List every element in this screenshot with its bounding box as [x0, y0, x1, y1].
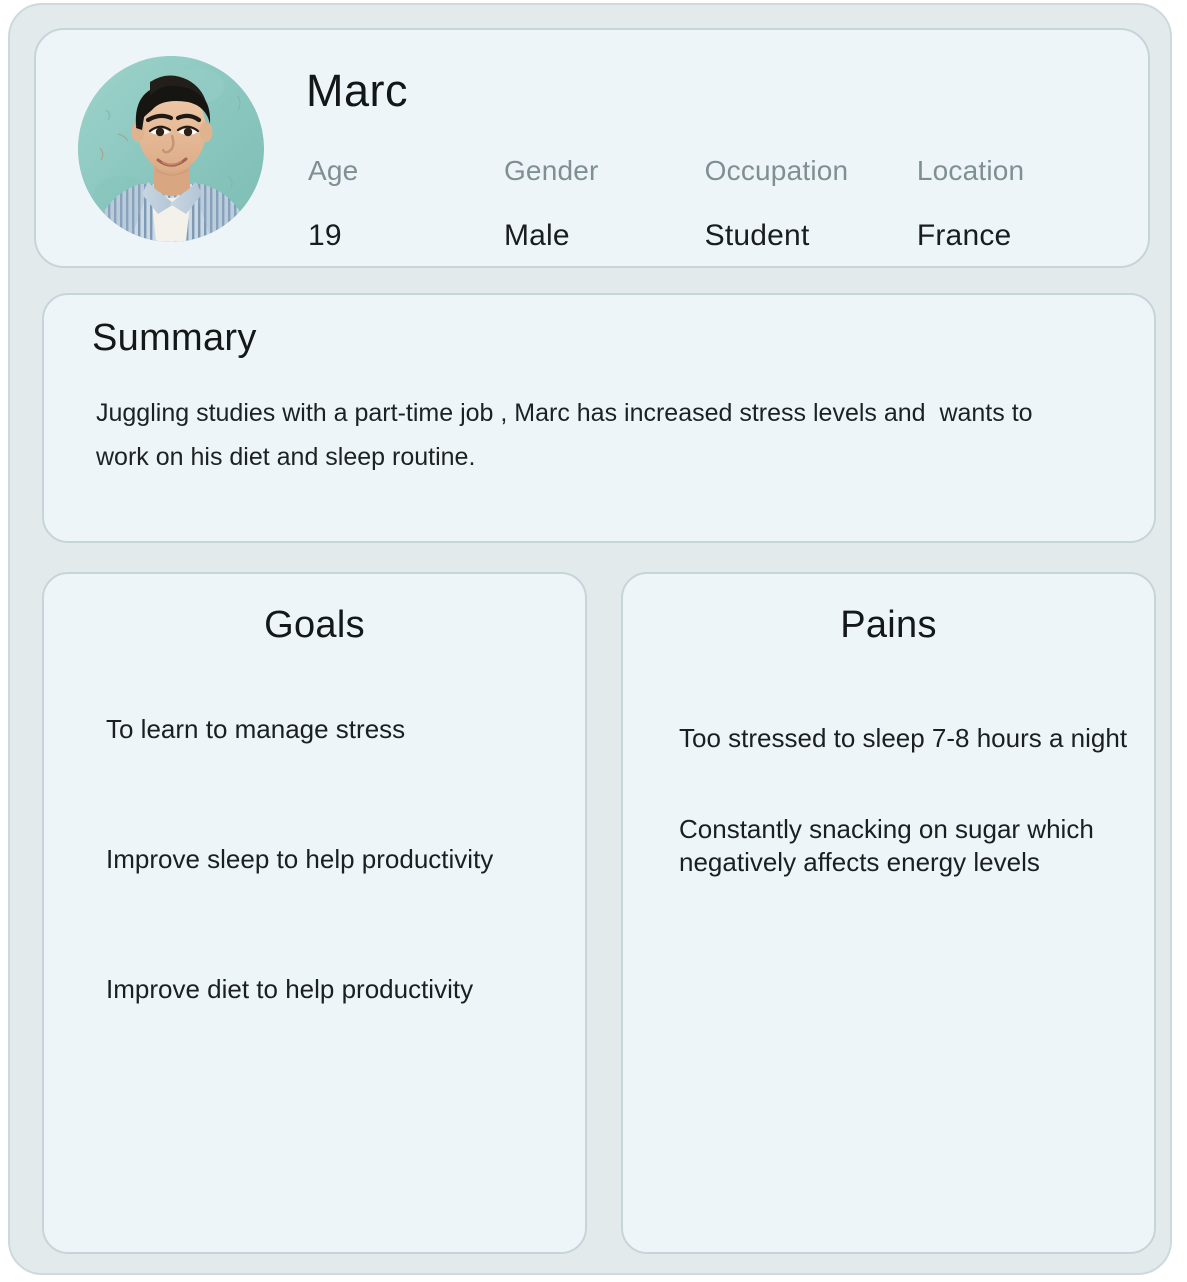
profile-attributes: Age 19 Gender Male Occupation Student Lo…: [308, 152, 1108, 256]
summary-title: Summary: [92, 317, 257, 359]
summary-card: Summary Juggling studies with a part-tim…: [42, 293, 1156, 543]
page-title: Marc: [306, 65, 408, 116]
avatar: [78, 56, 264, 242]
attribute-label: Age: [308, 155, 359, 186]
attribute-label: Gender: [503, 155, 599, 186]
goals-card: Goals To learn to manage stress Improve …: [42, 572, 587, 1254]
attribute-value: Student: [704, 218, 810, 252]
profile-header-card: Marc Age 19 Gender Male Occupation Stude…: [34, 28, 1150, 268]
list-item: Constantly snacking on sugar which negat…: [679, 814, 1094, 877]
pains-list: Too stressed to sleep 7-8 hours a night …: [679, 722, 1128, 937]
summary-body: Juggling studies with a part-time job , …: [96, 399, 1040, 471]
list-item: To learn to manage stress: [106, 714, 406, 744]
persona-card-container: Marc Age 19 Gender Male Occupation Stude…: [8, 3, 1172, 1275]
attribute-occupation: Occupation Student: [705, 152, 917, 256]
attribute-gender: Gender Male: [504, 152, 705, 256]
attribute-location: Location France: [917, 152, 1108, 256]
goals-title: Goals: [264, 604, 365, 646]
attribute-value: 19: [308, 218, 342, 252]
attribute-label: Location: [916, 155, 1025, 186]
list-item: Improve diet to help productivity: [106, 974, 474, 1004]
goals-list: To learn to manage stress Improve sleep …: [106, 712, 561, 1102]
attribute-value: France: [916, 218, 1012, 252]
pains-card: Pains Too stressed to sleep 7-8 hours a …: [621, 572, 1156, 1254]
attribute-label: Occupation: [704, 155, 849, 186]
attribute-value: Male: [503, 218, 570, 252]
list-item: Improve sleep to help productivity: [106, 844, 494, 874]
pains-title: Pains: [840, 604, 937, 646]
attribute-age: Age 19: [308, 152, 504, 256]
list-item: Too stressed to sleep 7-8 hours a night: [679, 723, 1128, 753]
user-portrait-photo-icon: [78, 56, 264, 242]
